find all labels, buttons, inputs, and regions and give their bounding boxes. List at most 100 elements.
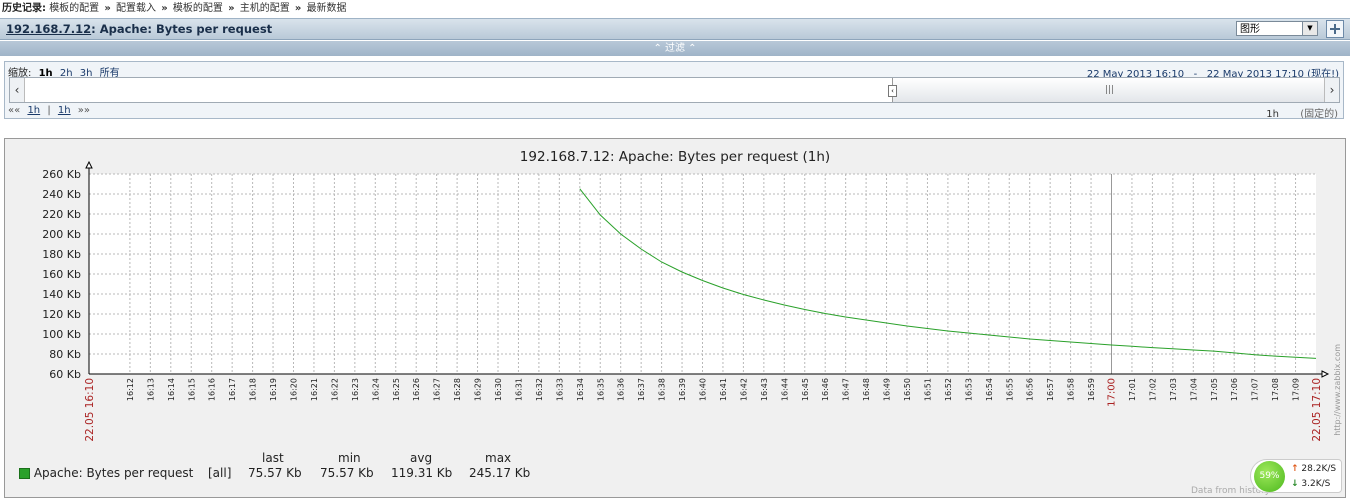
history-item[interactable]: 配置载入: [116, 3, 156, 14]
history-separator: »: [228, 3, 235, 14]
x-tick-label: 16:39: [678, 378, 687, 401]
upload-value: 28.2K/S: [1301, 464, 1337, 474]
title-bar: 192.168.7.12: Apache: Bytes per request …: [0, 18, 1350, 40]
network-speed-widget[interactable]: 59% ↑ 28.2K/S ↓ 3.2K/S: [1250, 459, 1342, 493]
history-item[interactable]: 主机的配置: [240, 3, 290, 14]
x-tick-label: 16:52: [944, 378, 953, 401]
x-tick-label: 16:16: [208, 378, 217, 401]
view-select[interactable]: 图形 ▼: [1236, 21, 1318, 36]
graph-panel: 192.168.7.12: Apache: Bytes per request …: [4, 138, 1346, 498]
x-tick-label: 16:34: [576, 378, 585, 401]
x-tick-label: 16:29: [474, 378, 483, 401]
x-tick-label: 16:13: [146, 378, 155, 401]
history-separator: »: [161, 3, 168, 14]
x-tick-label: 16:58: [1067, 378, 1076, 401]
view-select-value: 图形: [1240, 24, 1260, 35]
x-tick-label: 16:23: [351, 378, 360, 401]
history-item[interactable]: 最新数据: [307, 3, 347, 14]
x-tick-label: 16:26: [412, 378, 421, 401]
x-tick-label: 16:31: [514, 378, 523, 401]
legend-row: Apache: Bytes per request: [19, 466, 193, 480]
nav-forward-link[interactable]: 1h: [58, 105, 71, 116]
item-name: : Apache: Bytes per request: [91, 22, 273, 36]
x-tick-label: 16:47: [842, 378, 851, 401]
filter-toggle[interactable]: ⌃ 过滤 ⌃: [0, 41, 1350, 56]
nav-back-link[interactable]: 1h: [27, 105, 40, 116]
y-tick-label: 120 Kb: [42, 308, 81, 321]
y-axis-arrow: [85, 160, 93, 169]
y-tick-label: 220 Kb: [42, 208, 81, 221]
download-value: 3.2K/S: [1301, 479, 1331, 489]
x-tick-label: 16:44: [780, 378, 789, 401]
legend-func: [all]: [208, 466, 232, 480]
x-tick-label: 16:14: [167, 378, 176, 401]
chevron-down-icon[interactable]: ▼: [1302, 22, 1317, 35]
resize-left-handle[interactable]: ‹: [888, 85, 897, 97]
x-tick-label: 16:51: [923, 378, 932, 401]
x-tick-label: 16:42: [739, 378, 748, 401]
x-tick-label: 16:55: [1005, 378, 1014, 401]
history-separator: »: [104, 3, 111, 14]
x-tick-label: 16:54: [985, 378, 994, 401]
add-to-favourites-button[interactable]: [1326, 20, 1344, 38]
nav-back-arrows: ««: [8, 105, 21, 116]
x-tick-label: 16:30: [494, 378, 503, 401]
legend-avg: 119.31 Kb: [391, 466, 453, 480]
x-tick-label: 16:53: [964, 378, 973, 401]
history-bar: 历史记录: 模板的配置 » 配置载入 » 模板的配置 » 主机的配置 » 最新数…: [0, 0, 1350, 17]
scrollbar-thumb[interactable]: ‹ ||| ›: [888, 78, 1335, 102]
legend-max: 245.17 Kb: [469, 466, 531, 480]
x-tick-label: 16:18: [249, 378, 258, 401]
scroll-right-icon[interactable]: ›: [1324, 78, 1339, 102]
legend-last: 75.57 Kb: [248, 466, 302, 480]
nav-divider: |: [47, 105, 51, 116]
x-tick-label: 16:40: [699, 378, 708, 401]
x-tick-label: 16:38: [658, 378, 667, 401]
x-tick-label: 16:15: [187, 378, 196, 401]
x-tick-label: 16:50: [903, 378, 912, 401]
x-tick-label: 16:22: [330, 378, 339, 401]
x-axis-arrow: [1321, 370, 1330, 378]
x-tick-label: 16:33: [555, 378, 564, 401]
download-speed: ↓ 3.2K/S: [1291, 479, 1330, 489]
legend-series-name: Apache: Bytes per request: [33, 466, 194, 480]
nav-forward-arrows: »»: [77, 105, 91, 116]
page-title: 192.168.7.12: Apache: Bytes per request: [6, 22, 272, 36]
x-tick-label: 16:56: [1026, 378, 1035, 401]
x-tick-label: 16:48: [862, 378, 871, 401]
x-tick-label: 17:05: [1210, 378, 1219, 401]
y-tick-label: 80 Kb: [49, 348, 81, 361]
x-tick-label: 17:09: [1292, 378, 1301, 401]
history-separator: »: [294, 3, 302, 14]
x-tick-label: 16:21: [310, 378, 319, 401]
y-tick-label: 180 Kb: [42, 248, 81, 261]
x-tick-label: 16:12: [126, 378, 135, 401]
upload-speed: ↑ 28.2K/S: [1291, 464, 1336, 474]
x-tick-label: 17:04: [1189, 378, 1198, 401]
x-tick-label: 16:45: [801, 378, 810, 401]
x-tick-label: 16:41: [719, 378, 728, 401]
y-tick-label: 200 Kb: [42, 228, 81, 241]
host-link[interactable]: 192.168.7.12: [6, 22, 91, 36]
x-tick-label: 17:08: [1271, 378, 1280, 401]
x-tick-label: 16:27: [433, 378, 442, 401]
x-tick-label: 16:19: [269, 378, 278, 401]
legend-min: 75.57 Kb: [320, 466, 374, 480]
x-tick-label: 17:06: [1230, 378, 1239, 401]
x-tick-label: 17:02: [1148, 378, 1157, 401]
period-value: 1h: [1266, 109, 1279, 120]
y-tick-label: 160 Kb: [42, 268, 81, 281]
x-end-label: 22.05 17:10: [1311, 378, 1323, 442]
y-tick-label: 140 Kb: [42, 288, 81, 301]
history-item[interactable]: 模板的配置: [173, 3, 223, 14]
x-tick-label: 16:49: [883, 378, 892, 401]
history-item[interactable]: 模板的配置: [49, 3, 99, 14]
x-tick-label: 16:46: [821, 378, 830, 401]
x-tick-label: 16:57: [1046, 378, 1055, 401]
fixed-toggle[interactable]: (固定的): [1300, 109, 1338, 120]
legend-header-last: last: [262, 451, 284, 465]
time-scrollbar[interactable]: ‹ ‹ ||| › ›: [9, 77, 1340, 103]
scroll-left-icon[interactable]: ‹: [10, 78, 25, 102]
x-tick-label: 16:32: [535, 378, 544, 401]
y-tick-label: 240 Kb: [42, 188, 81, 201]
